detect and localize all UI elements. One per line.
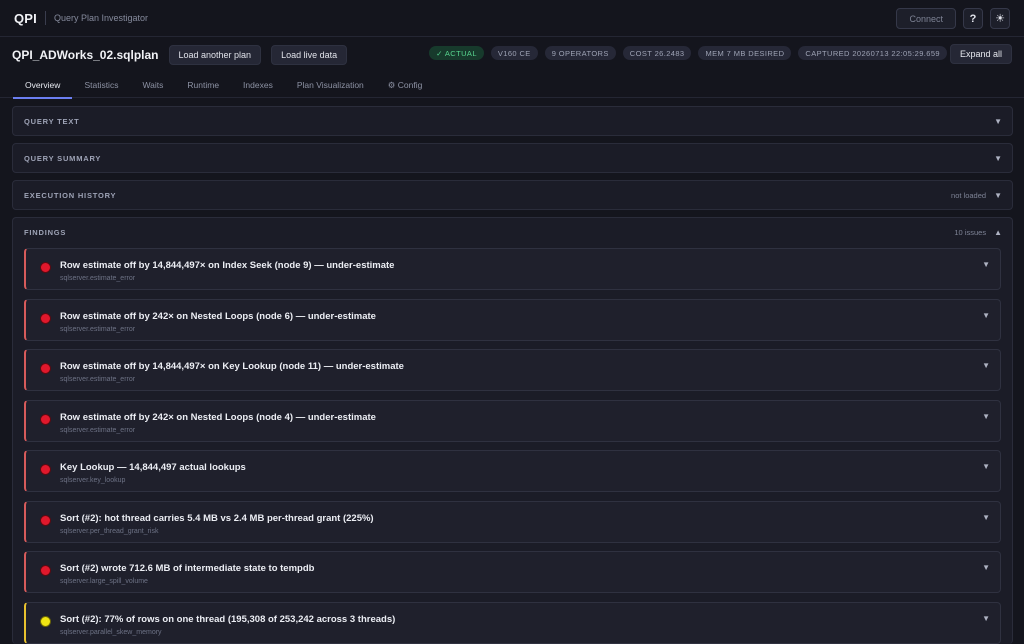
load-live-data-button[interactable]: Load live data [271, 44, 348, 65]
query-text-panel: QUERY TEXT ▼ [12, 106, 1013, 136]
version-badge: V160 CE [490, 46, 538, 60]
file-bar: QPI_ADWorks_02.sqlplan Load another plan… [0, 37, 1024, 72]
finding-rule: sqlserver.estimate_error [60, 275, 136, 282]
finding-item[interactable]: Key Lookup — 14,844,497 actual lookups s… [24, 450, 1001, 492]
findings-header[interactable]: FINDINGS 10 issues ▲ [13, 218, 1012, 246]
warning-severity-icon [40, 615, 51, 627]
chevron-down-icon: ▼ [994, 190, 1002, 200]
error-severity-icon [40, 312, 51, 324]
finding-item[interactable]: Row estimate off by 242× on Nested Loops… [24, 399, 1001, 442]
tab-indexes[interactable]: Indexes [231, 72, 285, 98]
finding-item[interactable]: Sort (#2): hot thread carries 5.4 MB vs … [24, 500, 1001, 543]
chevron-up-icon: ▲ [994, 227, 1002, 237]
chevron-down-icon: ▼ [982, 260, 990, 269]
finding-title: Sort (#2): 77% of rows on one thread (19… [60, 613, 396, 625]
execution-history-panel: EXECUTION HISTORY not loaded ▼ [12, 180, 1013, 210]
finding-rule: sqlserver.estimate_error [60, 376, 136, 383]
status-note: not loaded [951, 190, 987, 200]
panel-title: QUERY TEXT [24, 116, 80, 126]
finding-title: Row estimate off by 242× on Nested Loops… [60, 310, 376, 322]
chevron-down-icon: ▼ [982, 563, 990, 572]
finding-title: Sort (#2) wrote 712.6 MB of intermediate… [60, 563, 315, 574]
finding-rule: sqlserver.large_spill_volume [60, 578, 148, 585]
operators-badge: 9 OPERATORS [544, 46, 616, 60]
app-subtitle: Query Plan Investigator [54, 13, 149, 23]
error-severity-icon [40, 262, 51, 273]
findings-panel: FINDINGS 10 issues ▲ Row estimate off by… [12, 217, 1013, 644]
finding-rule: sqlserver.estimate_error [60, 426, 136, 434]
panel-title: FINDINGS [24, 227, 67, 237]
plan-badges: ✓ ACTUAL V160 CE 9 OPERATORS COST 26.248… [429, 46, 947, 60]
tab-runtime[interactable]: Runtime [175, 72, 231, 98]
finding-item[interactable]: Row estimate off by 242× on Nested Loops… [24, 298, 1001, 341]
finding-rule: sqlserver.key_lookup [60, 477, 126, 484]
plan-filename: QPI_ADWorks_02.sqlplan [12, 47, 159, 62]
theme-toggle-button[interactable]: ☀ [990, 8, 1010, 29]
tab-config[interactable]: ⚙ Config [376, 72, 435, 98]
tab-bar: Overview Statistics Waits Runtime Indexe… [0, 72, 1024, 99]
error-severity-icon [40, 464, 51, 475]
error-severity-icon [40, 363, 51, 374]
chevron-down-icon: ▼ [982, 512, 990, 522]
findings-list: Row estimate off by 14,844,497× on Index… [13, 246, 1012, 644]
tab-waits[interactable]: Waits [130, 72, 175, 98]
chevron-down-icon: ▼ [982, 462, 990, 471]
error-severity-icon [40, 514, 51, 526]
panel-title: EXECUTION HISTORY [24, 190, 117, 200]
finding-rule: sqlserver.estimate_error [60, 325, 136, 333]
query-text-header[interactable]: QUERY TEXT ▼ [13, 107, 1012, 135]
finding-item[interactable]: Row estimate off by 14,844,497× on Index… [24, 248, 1001, 290]
memory-badge: MEM 7 MB DESIRED [698, 46, 792, 60]
help-button[interactable]: ? [963, 8, 983, 29]
chevron-down-icon: ▼ [982, 310, 990, 320]
brand-divider [45, 11, 46, 25]
query-summary-panel: QUERY SUMMARY ▼ [12, 143, 1013, 173]
finding-rule: sqlserver.per_thread_grant_risk [60, 527, 159, 535]
error-severity-icon [40, 413, 51, 425]
chevron-down-icon: ▼ [994, 153, 1002, 163]
chevron-down-icon: ▼ [982, 411, 990, 421]
top-bar: QPI Query Plan Investigator Connect ? ☀ [0, 0, 1024, 37]
finding-title: Row estimate off by 14,844,497× on Key L… [60, 361, 404, 372]
chevron-down-icon: ▼ [982, 613, 990, 623]
brand-logo: QPI [14, 10, 37, 26]
chevron-down-icon: ▼ [994, 116, 1002, 126]
chevron-down-icon: ▼ [982, 361, 990, 370]
execution-history-header[interactable]: EXECUTION HISTORY not loaded ▼ [13, 181, 1012, 209]
tab-plan-visualization[interactable]: Plan Visualization [285, 72, 376, 98]
finding-item[interactable]: Row estimate off by 14,844,497× on Key L… [24, 349, 1001, 391]
topbar-actions: Connect ? ☀ [896, 8, 1010, 29]
finding-title: Key Lookup — 14,844,497 actual lookups [60, 462, 246, 473]
finding-item[interactable]: Sort (#2): 77% of rows on one thread (19… [24, 601, 1001, 644]
cost-badge: COST 26.2483 [622, 46, 692, 60]
finding-title: Sort (#2): hot thread carries 5.4 MB vs … [60, 512, 374, 524]
finding-item[interactable]: Sort (#2) wrote 712.6 MB of intermediate… [24, 551, 1001, 593]
issue-count: 10 issues [954, 227, 987, 237]
actual-badge: ✓ ACTUAL [429, 46, 484, 60]
panel-title: QUERY SUMMARY [24, 153, 102, 163]
query-summary-header[interactable]: QUERY SUMMARY ▼ [13, 144, 1012, 172]
tab-statistics[interactable]: Statistics [72, 72, 130, 98]
connect-button[interactable]: Connect [896, 8, 956, 29]
load-another-plan-button[interactable]: Load another plan [168, 44, 262, 65]
expand-all-button[interactable]: Expand all [949, 44, 1012, 64]
error-severity-icon [40, 565, 51, 576]
finding-title: Row estimate off by 14,844,497× on Index… [60, 260, 395, 271]
sun-icon: ☀ [995, 13, 1005, 25]
overview-content: QUERY TEXT ▼ QUERY SUMMARY ▼ EXECUTION H… [0, 98, 1024, 644]
finding-rule: sqlserver.parallel_skew_memory [60, 628, 162, 636]
captured-badge: CAPTURED 20260713 22:05:29.659 [798, 46, 947, 60]
finding-title: Row estimate off by 242× on Nested Loops… [60, 411, 376, 423]
tab-overview[interactable]: Overview [13, 72, 73, 99]
